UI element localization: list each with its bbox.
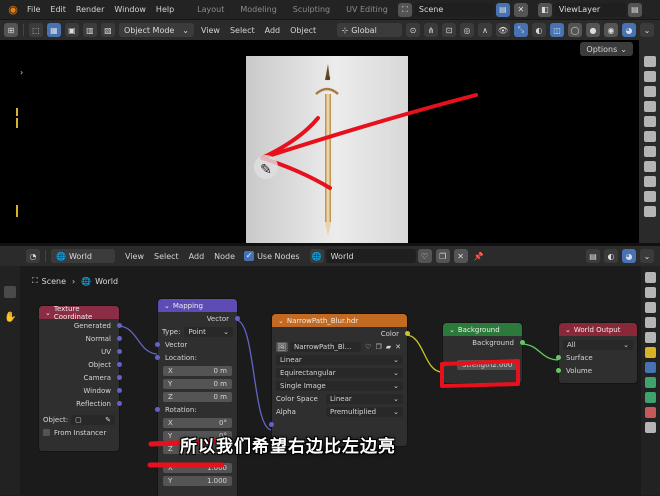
annotation-layer: ✎	[147, 93, 520, 468]
video-subtitle: 所以我们希望右边比左边亮	[180, 437, 396, 457]
red-box-annotation	[440, 359, 520, 388]
red-arrow-annotation	[260, 93, 478, 190]
pencil-cursor-icon: ✎	[260, 162, 272, 178]
